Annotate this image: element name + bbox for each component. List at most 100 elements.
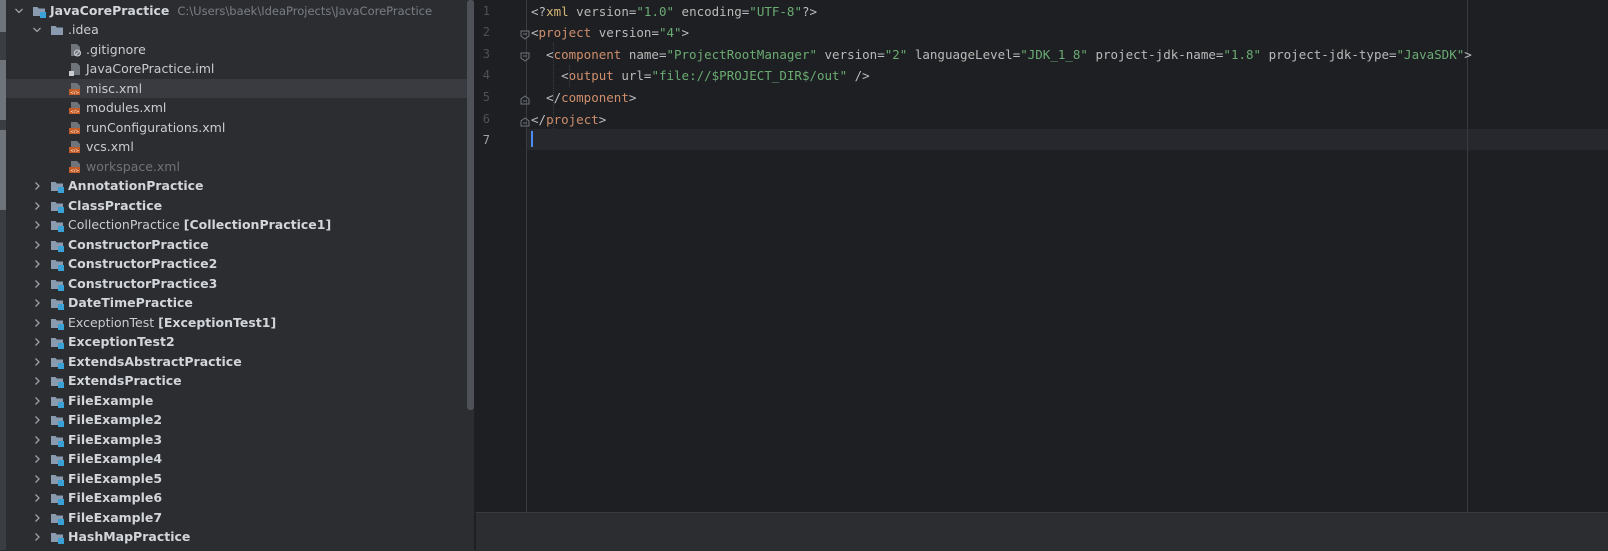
tree-item-label: ClassPractice: [68, 198, 162, 214]
svg-text:</>: </>: [70, 148, 79, 154]
tree-module-fileexample3[interactable]: FileExample3: [6, 430, 468, 450]
code-line[interactable]: <?xml version="1.0" encoding="UTF-8"?>: [531, 1, 817, 22]
iml-file-icon: [68, 62, 82, 76]
tree-module-constructorpractice3[interactable]: ConstructorPractice3: [6, 274, 468, 294]
tree-module-fileexample6[interactable]: FileExample6: [6, 488, 468, 508]
module-folder-icon: [50, 316, 64, 330]
module-folder-icon: [50, 257, 64, 271]
code-token: "1.0": [636, 3, 675, 19]
tree-file-gitignore[interactable]: .gitignore: [6, 40, 468, 60]
tree-module-fileexample2[interactable]: FileExample2: [6, 410, 468, 430]
chevron-right-icon[interactable]: [32, 357, 42, 367]
tree-file-modules-xml[interactable]: </> modules.xml: [6, 98, 468, 118]
tree-module-hashmappractice[interactable]: HashMapPractice: [6, 527, 468, 547]
module-name: FileExample2: [68, 412, 163, 427]
tree-file-workspace-xml[interactable]: </> workspace.xml: [6, 157, 468, 177]
code-token: </: [531, 111, 547, 127]
chevron-right-icon[interactable]: [32, 415, 42, 425]
tree-root-project[interactable]: JavaCorePractice C:\Users\baek\IdeaProjec…: [6, 1, 468, 21]
chevron-right-icon[interactable]: [32, 493, 42, 503]
tree-item-label: FileExample2: [68, 412, 162, 428]
tree-item-label: ExtendsAbstractPractice: [68, 354, 242, 370]
tree-module-extendspractice[interactable]: ExtendsPractice: [6, 371, 468, 391]
tree-module-exceptiontest2[interactable]: ExceptionTest2: [6, 332, 468, 352]
chevron-right-icon[interactable]: [32, 240, 42, 250]
tree-file-runconfigurations-xml[interactable]: </> runConfigurations.xml: [6, 118, 468, 138]
chevron-right-icon[interactable]: [32, 513, 42, 523]
chevron-right-icon[interactable]: [32, 298, 42, 308]
tree-module-exceptiontest[interactable]: ExceptionTest [ExceptionTest1]: [6, 313, 468, 333]
module-name: CollectionPractice: [68, 217, 180, 232]
module-folder-icon: [50, 452, 64, 466]
code-line[interactable]: <project version="4">: [531, 22, 689, 43]
tree-item-label: ConstructorPractice: [68, 237, 209, 253]
code-token: </: [531, 89, 562, 105]
tree-file-misc-xml[interactable]: </> misc.xml: [6, 78, 468, 98]
code-token: "4": [658, 25, 682, 41]
tree-module-extendsabstractpractice[interactable]: ExtendsAbstractPractice: [6, 352, 468, 372]
tree-item-label: JavaCorePractice.iml: [86, 61, 214, 77]
chevron-down-icon[interactable]: [14, 6, 24, 16]
line-number: 4: [482, 68, 490, 83]
file-name: vcs.xml: [86, 139, 134, 154]
code-token: version: [817, 46, 878, 62]
chevron-right-icon[interactable]: [32, 376, 42, 386]
tree-item-label: ExtendsPractice: [68, 373, 182, 389]
code-token: ?>: [801, 3, 818, 19]
tree-module-classpractice[interactable]: ClassPractice: [6, 196, 468, 216]
module-folder-icon: [50, 277, 64, 291]
code-line[interactable]: </component>: [531, 87, 636, 108]
tree-item-label: workspace.xml: [86, 159, 180, 175]
chevron-right-icon[interactable]: [32, 454, 42, 464]
tree-module-collectionpractice[interactable]: CollectionPractice [CollectionPractice1]: [6, 215, 468, 235]
tree-module-fileexample4[interactable]: FileExample4: [6, 449, 468, 469]
code-line[interactable]: </project>: [531, 109, 606, 130]
tree-file-javacorepractice-iml[interactable]: JavaCorePractice.iml: [6, 59, 468, 79]
chevron-right-icon[interactable]: [32, 201, 42, 211]
tree-module-fileexample7[interactable]: FileExample7: [6, 508, 468, 528]
module-folder-icon: [50, 355, 64, 369]
fold-collapse-icon[interactable]: [520, 50, 530, 62]
chevron-right-icon[interactable]: [32, 532, 42, 542]
file-name: JavaCorePractice.iml: [86, 61, 215, 76]
chevron-right-icon[interactable]: [32, 181, 42, 191]
code-token: />: [847, 68, 870, 84]
code-editor[interactable]: 1234567 <?xml version="1.0" encoding="UT…: [476, 0, 1608, 551]
tree-file-vcs-xml[interactable]: </> vcs.xml: [6, 137, 468, 157]
chevron-right-icon[interactable]: [32, 259, 42, 269]
tree-module-constructorpractice2[interactable]: ConstructorPractice2: [6, 254, 468, 274]
module-name: FileExample6: [68, 490, 163, 505]
fold-end-icon[interactable]: [520, 93, 530, 105]
line-number-gutter[interactable]: 1 2 3 4 5 6 7: [476, 0, 530, 512]
root-project-path: C:\Users\baek\IdeaProjects\JavaCorePract…: [177, 3, 433, 18]
tree-module-fileexample5[interactable]: FileExample5: [6, 469, 468, 489]
project-scrollbar[interactable]: [467, 0, 474, 410]
module-alias: [ExceptionTest1]: [158, 314, 277, 330]
tree-module-constructorpractice[interactable]: ConstructorPractice: [6, 235, 468, 255]
tree-module-annotationpractice[interactable]: AnnotationPractice: [6, 176, 468, 196]
chevron-right-icon[interactable]: [32, 337, 42, 347]
root-project-name: JavaCorePractice: [50, 2, 170, 18]
chevron-right-icon[interactable]: [32, 279, 42, 289]
code-line[interactable]: <component name = "ProjectRootManager" ver…: [531, 44, 1472, 65]
module-folder-icon: [50, 511, 64, 525]
module-folder-icon: [50, 472, 64, 486]
tree-folder-idea[interactable]: .idea: [6, 20, 468, 40]
fold-collapse-icon[interactable]: [520, 28, 530, 40]
chevron-right-icon[interactable]: [32, 318, 42, 328]
chevron-right-icon[interactable]: [32, 474, 42, 484]
chevron-right-icon[interactable]: [32, 435, 42, 445]
chevron-right-icon[interactable]: [32, 220, 42, 230]
chevron-right-icon[interactable]: [32, 396, 42, 406]
tree-module-fileexample[interactable]: FileExample: [6, 391, 468, 411]
tree-module-datetimepractice[interactable]: DateTimePractice: [6, 293, 468, 313]
tree-item-label: DateTimePractice: [68, 295, 193, 311]
code-line[interactable]: <output url="file://$PROJECT_DIR$/out" /…: [531, 65, 870, 86]
fold-end-icon[interactable]: [520, 115, 530, 126]
module-name: AnnotationPractice: [68, 178, 204, 193]
tree-item-label: FileExample: [68, 393, 153, 409]
module-folder-icon: [50, 335, 64, 349]
chevron-down-icon[interactable]: [32, 25, 42, 35]
module-name: ExceptionTest: [68, 314, 155, 330]
code-token: languageLevel: [907, 46, 1013, 62]
